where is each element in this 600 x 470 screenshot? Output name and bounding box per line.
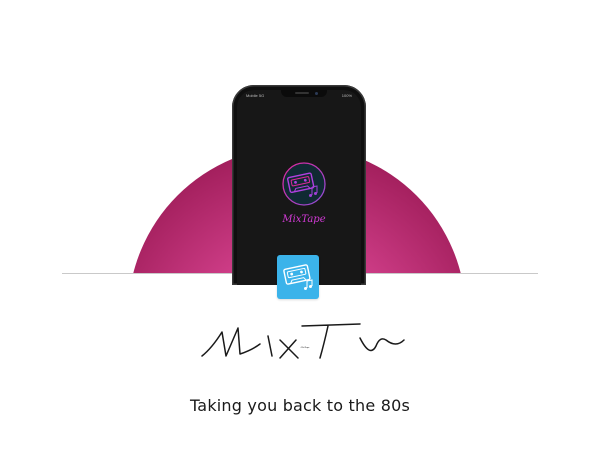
- front-camera-icon: [315, 91, 318, 95]
- screen-logo-text: MixTape: [281, 214, 325, 225]
- battery-label: 100%: [341, 92, 352, 98]
- tagline: Taking you back to the 80s: [189, 396, 410, 415]
- speaker-grille: [295, 92, 309, 94]
- promo-scene: Mobile 5G 100% MixTape MixTape Taking yo…: [0, 0, 600, 470]
- app-icon[interactable]: [277, 255, 319, 299]
- floor: [0, 274, 600, 470]
- cassette-tape-icon: [283, 264, 313, 290]
- carrier-label: Mobile 5G: [246, 92, 265, 98]
- mixtape-wordmark: MixTape: [201, 323, 405, 359]
- wordmark-text: MixTape: [300, 347, 310, 349]
- phone-notch: [281, 90, 327, 97]
- mixtape-screen-logo: MixTape: [281, 162, 326, 225]
